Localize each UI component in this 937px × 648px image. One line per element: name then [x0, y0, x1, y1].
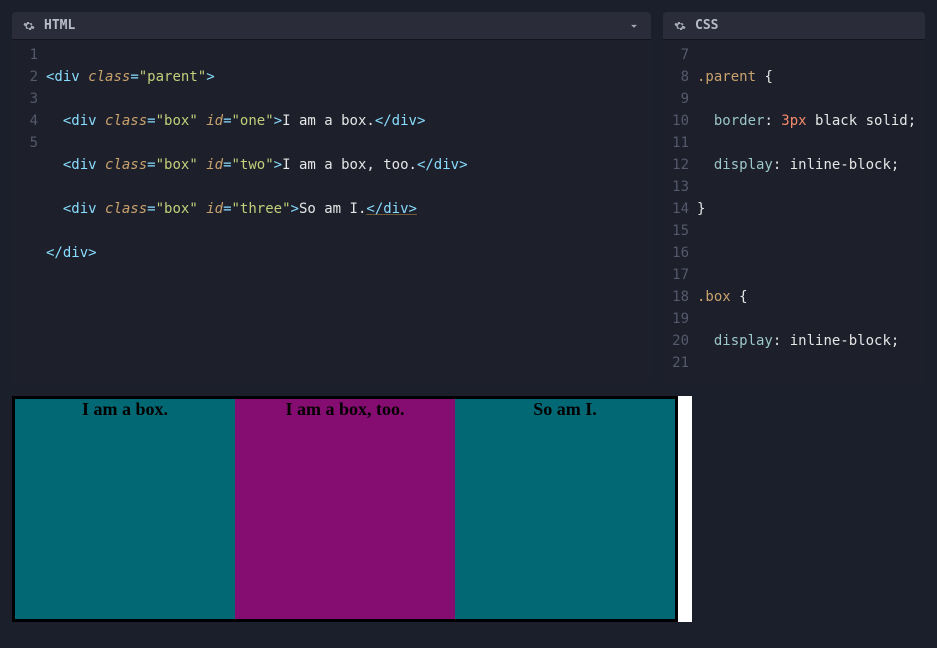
preview-area: I am a box.I am a box, too.So am I.	[12, 396, 692, 622]
html-panel-title: HTML	[44, 18, 75, 33]
css-gutter: 7 8 9 10 11 12 13 14 15 16 17 18 19 20 2…	[663, 44, 697, 376]
html-code-body[interactable]: 1 2 3 4 5 <div class="parent"> <div clas…	[12, 40, 651, 384]
preview-parent: I am a box.I am a box, too.So am I.	[12, 396, 678, 622]
html-panel-header: HTML	[12, 12, 651, 40]
editor-row: HTML 1 2 3 4 5 <div class="parent"> <div…	[0, 0, 937, 396]
html-panel: HTML 1 2 3 4 5 <div class="parent"> <div…	[12, 12, 651, 384]
html-gutter: 1 2 3 4 5	[12, 44, 46, 376]
gear-icon[interactable]	[22, 19, 36, 33]
css-panel: CSS 7 8 9 10 11 12 13 14 15 16 17 18 19 …	[663, 12, 925, 384]
html-code[interactable]: <div class="parent"> <div class="box" id…	[46, 44, 651, 376]
css-panel-header: CSS	[663, 12, 925, 40]
preview-box-one: I am a box.	[15, 399, 235, 619]
css-panel-title: CSS	[695, 18, 718, 33]
css-code-body[interactable]: 7 8 9 10 11 12 13 14 15 16 17 18 19 20 2…	[663, 40, 925, 384]
css-code[interactable]: .parent { border: 3px black solid; displ…	[697, 44, 925, 376]
preview-box-three: So am I.	[455, 399, 675, 619]
preview-box-two: I am a box, too.	[235, 399, 455, 619]
chevron-down-icon[interactable]	[627, 19, 641, 33]
gear-icon[interactable]	[673, 19, 687, 33]
